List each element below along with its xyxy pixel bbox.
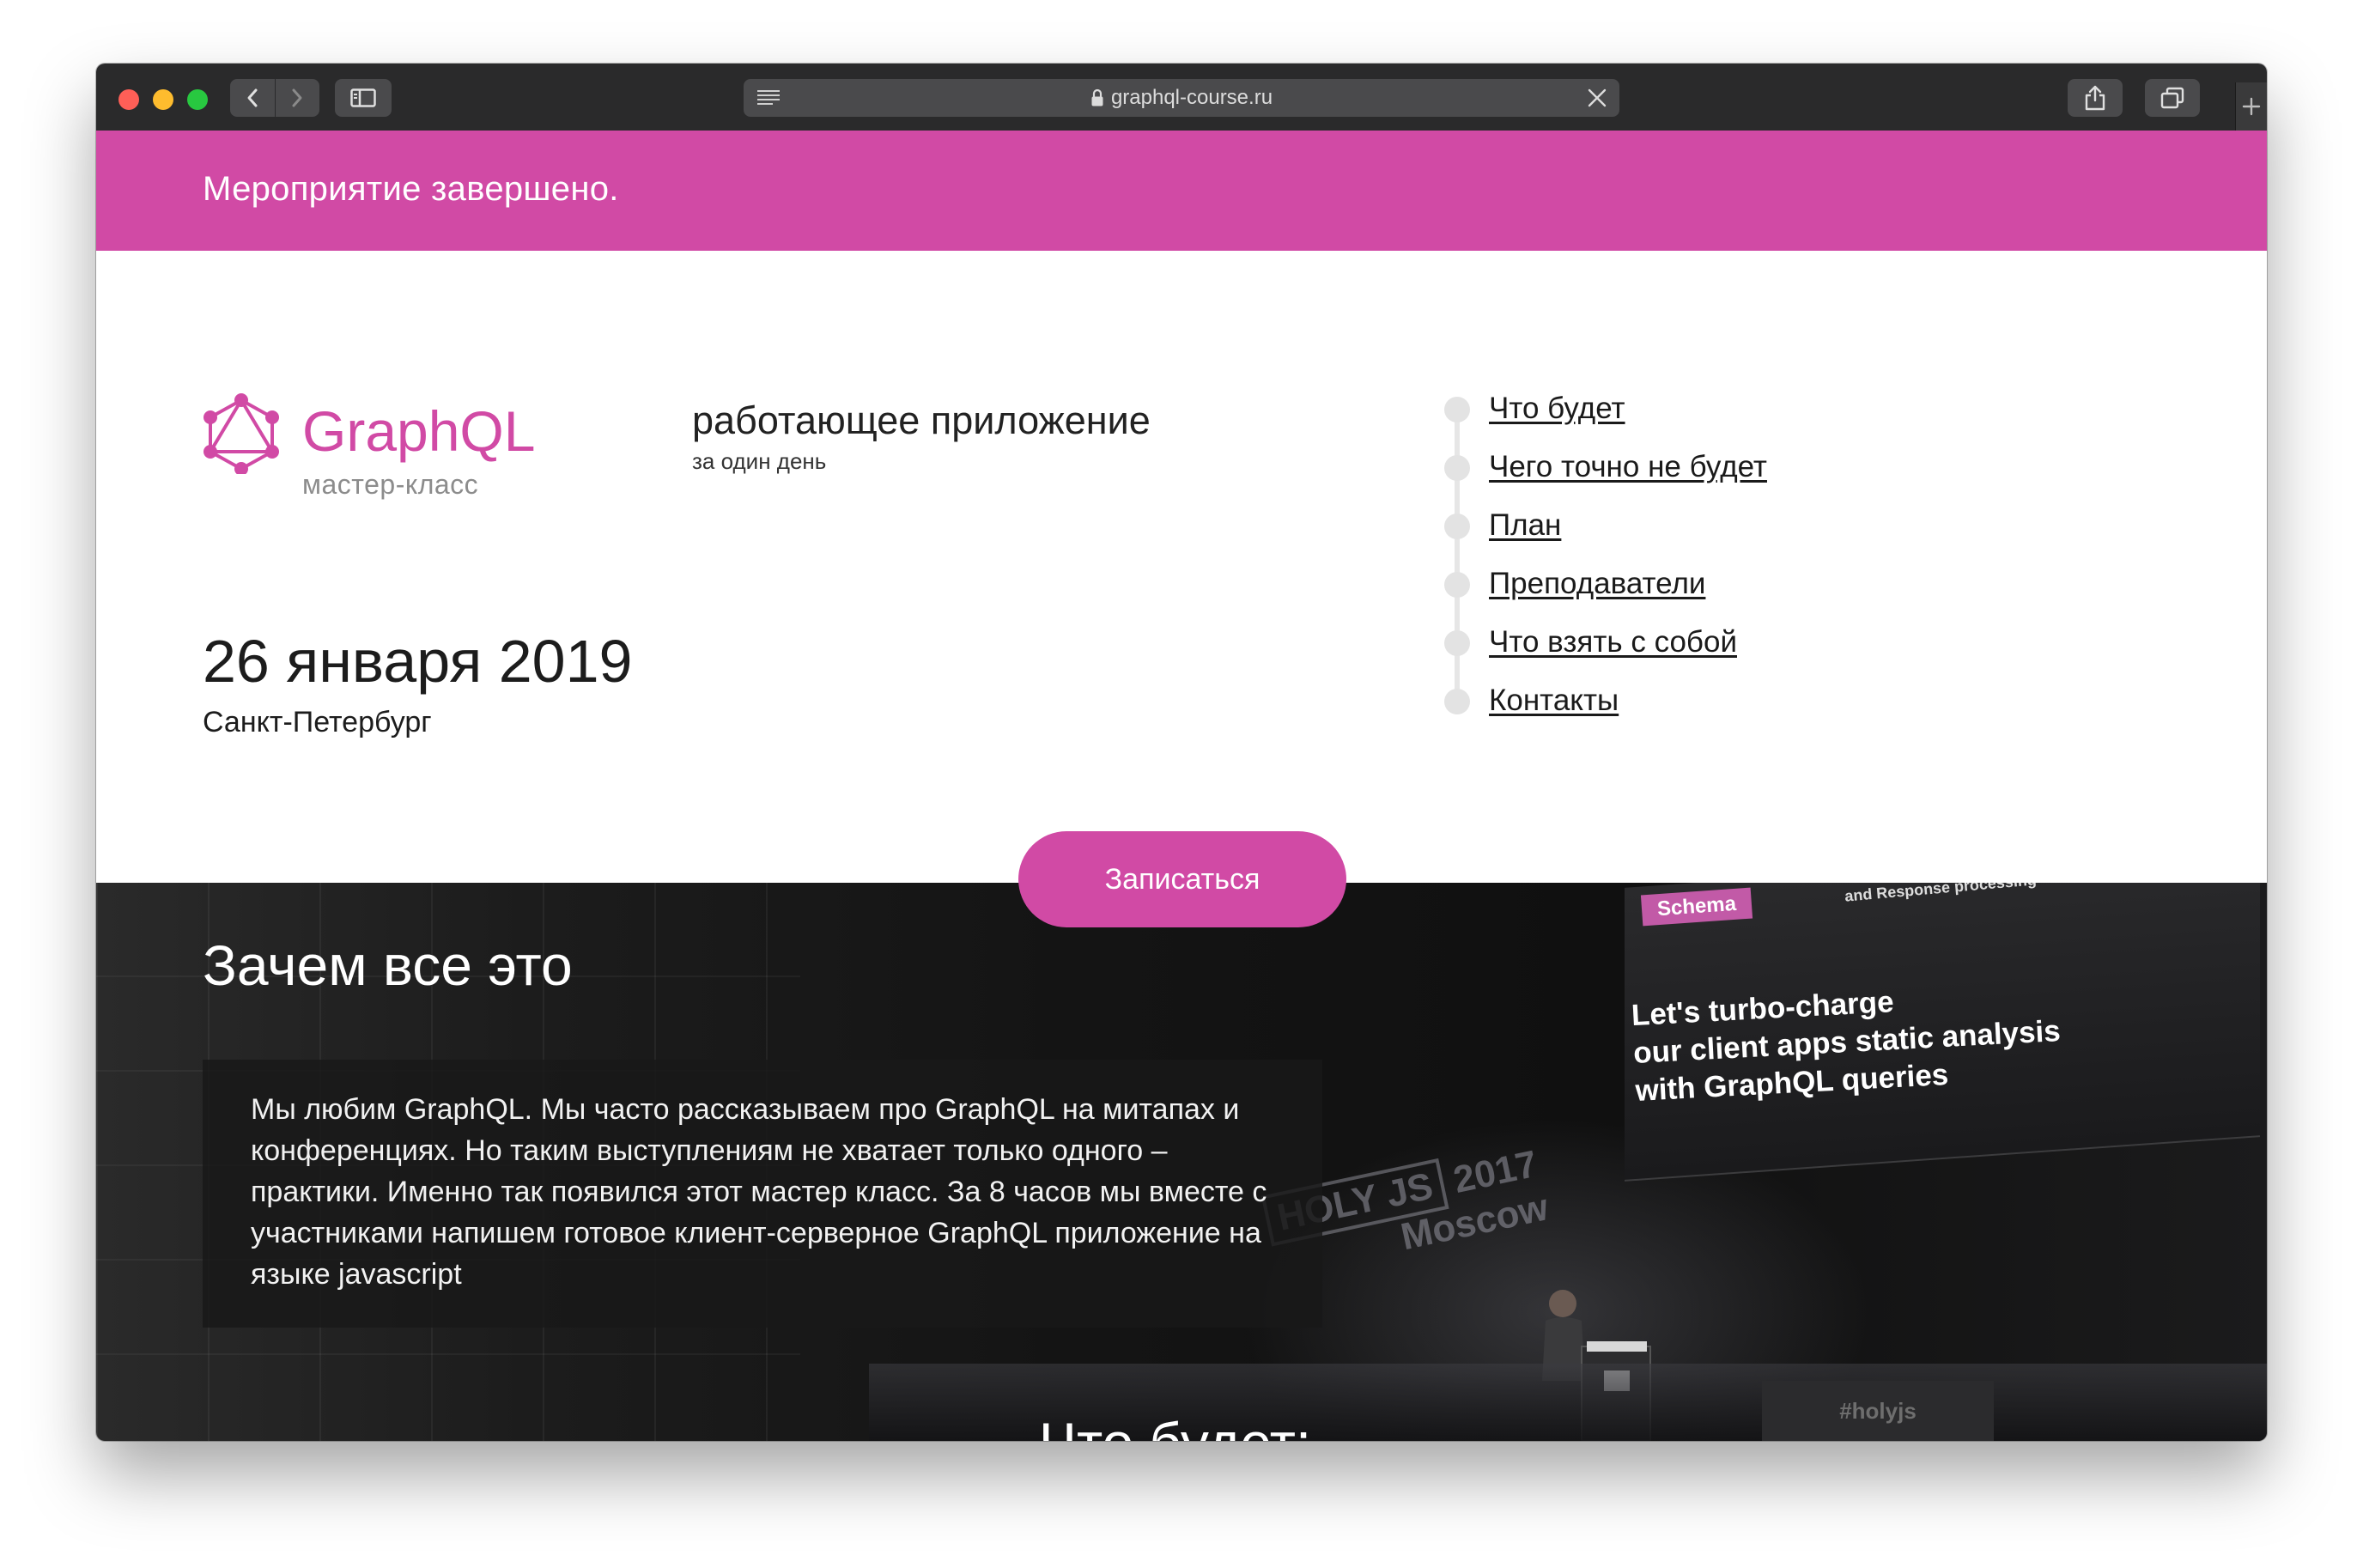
next-section-title: Что будет:	[1039, 1410, 1311, 1441]
sidebar-toggle-button[interactable]	[335, 79, 392, 117]
logo-subtitle: мастер-класс	[302, 469, 479, 500]
sidebar-icon	[350, 88, 376, 107]
menu-link[interactable]: Что взять с собой	[1489, 625, 1737, 659]
logo-title: GraphQL	[302, 399, 536, 463]
menu-dot	[1444, 630, 1470, 656]
about-text: Мы любим GraphQL. Мы часто рассказываем …	[251, 1093, 1267, 1291]
address-bar[interactable]: graphql-course.ru	[744, 79, 1619, 117]
tabs-icon	[2160, 87, 2184, 109]
back-button[interactable]	[230, 79, 275, 117]
about-section: Schema and Response processing Let's tur…	[96, 883, 2267, 1441]
close-icon[interactable]	[1587, 88, 1607, 108]
menu-link[interactable]: Преподаватели	[1489, 567, 1705, 601]
photo-slide-text: Let's turbo-charge our client apps stati…	[1631, 975, 2063, 1110]
chevron-left-icon	[247, 88, 258, 107]
event-city: Санкт-Петербург	[203, 706, 432, 738]
menu-link[interactable]: Что будет	[1489, 392, 1625, 426]
new-tab-button[interactable]	[2235, 82, 2267, 131]
web-page: Мероприятие завершено. GraphQL мастер-кл…	[96, 131, 2267, 1441]
close-window-button[interactable]	[118, 89, 139, 110]
menu-dot	[1444, 397, 1470, 422]
register-button[interactable]: Записаться	[1018, 831, 1346, 927]
history-nav	[230, 79, 319, 117]
photo-hashtag: #holyjs	[1762, 1381, 1994, 1441]
browser-toolbar: graphql-course.ru	[96, 64, 2267, 131]
tagline: работающее приложение за один день	[692, 398, 1151, 475]
tagline-sub: за один день	[692, 448, 827, 474]
menu-dot	[1444, 455, 1470, 481]
event-status-banner: Мероприятие завершено.	[96, 131, 2267, 251]
menu-link[interactable]: План	[1489, 508, 1561, 543]
menu-dot	[1444, 689, 1470, 714]
reader-view-icon[interactable]	[756, 88, 781, 108]
menu-dot	[1444, 514, 1470, 539]
event-status-text: Мероприятие завершено.	[203, 170, 619, 208]
minimize-window-button[interactable]	[153, 89, 173, 110]
section-title: Зачем все это	[203, 933, 573, 997]
menu-link[interactable]: Чего точно не будет	[1489, 450, 1767, 484]
plus-icon	[2242, 97, 2261, 116]
zoom-window-button[interactable]	[187, 89, 208, 110]
forward-button[interactable]	[274, 79, 320, 117]
share-button[interactable]	[2068, 79, 2123, 117]
share-icon	[2085, 85, 2105, 111]
hero-section: GraphQL мастер-класс работающее приложен…	[96, 251, 2267, 883]
url-text: graphql-course.ru	[1110, 86, 1273, 109]
menu-dot	[1444, 572, 1470, 598]
lock-icon	[1091, 88, 1103, 106]
chevron-right-icon	[292, 88, 302, 107]
menu-link[interactable]: Контакты	[1489, 684, 1619, 718]
browser-window: graphql-course.ru Мероприятие завершено.	[96, 64, 2267, 1441]
event-date: 26 января 2019	[203, 628, 633, 695]
about-text-box: Мы любим GraphQL. Мы часто рассказываем …	[203, 1060, 1322, 1328]
tabs-overview-button[interactable]	[2145, 79, 2200, 117]
tagline-main: работающее приложение	[692, 398, 1151, 442]
graphql-logo-icon	[203, 393, 279, 474]
